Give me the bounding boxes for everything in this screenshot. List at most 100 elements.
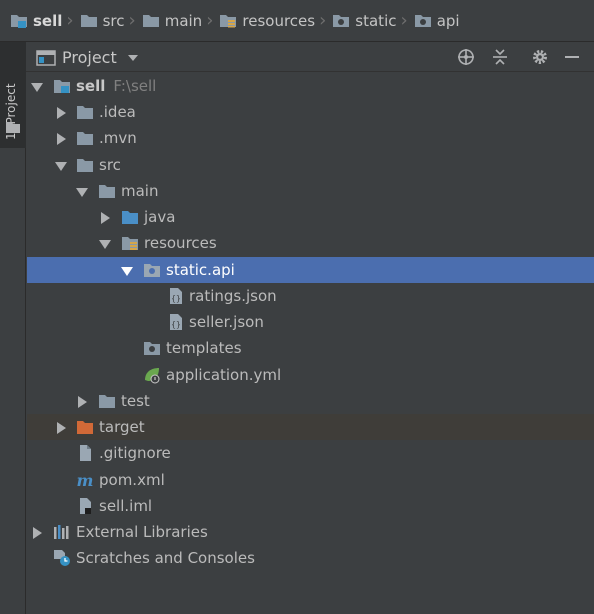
tree-item-label: pom.xml (99, 471, 165, 489)
breadcrumb-separator: › (319, 10, 327, 31)
tool-window-title: Project (62, 48, 117, 67)
module-folder-icon (11, 14, 27, 28)
breadcrumb-label: src (102, 11, 125, 30)
tool-window-stripe: 1: Project (0, 42, 26, 614)
tree-item-label: resources (144, 234, 217, 252)
module-folder-icon (54, 80, 70, 93)
tree-item-sell-iml[interactable]: sell.iml (27, 493, 594, 519)
tree-item-label: static.api (166, 261, 235, 279)
project-window-icon (36, 49, 56, 66)
collapsed-arrow-icon[interactable] (99, 212, 111, 224)
breadcrumb-label: resources (242, 11, 316, 30)
tree-item-label: sell F:\sell (76, 77, 157, 95)
breadcrumb-item-static[interactable]: static › (332, 10, 413, 31)
tree-item-src[interactable]: src (27, 152, 594, 178)
tree-item-seller-json[interactable]: {} seller.json (27, 309, 594, 335)
folder-icon (6, 122, 20, 133)
tree-item-main[interactable]: main (27, 178, 594, 204)
locate-button[interactable] (456, 48, 476, 66)
collapsed-arrow-icon[interactable] (55, 107, 67, 119)
breadcrumb-label: api (436, 11, 460, 30)
tree-item-ratings-json[interactable]: {} ratings.json (27, 283, 594, 309)
resources-folder-icon (122, 237, 138, 250)
tree-item-label: target (99, 418, 145, 436)
tree-item-label: src (99, 156, 121, 174)
collapsed-arrow-icon[interactable] (55, 133, 67, 145)
web-folder-icon (144, 342, 160, 355)
svg-text:{}: {} (171, 320, 181, 329)
expanded-arrow-icon[interactable] (121, 265, 133, 277)
folder-icon (99, 395, 115, 408)
collapsed-arrow-icon[interactable] (31, 527, 43, 539)
breadcrumb-separator: › (400, 10, 408, 31)
tree-item-label: java (144, 208, 176, 226)
tree-item-static-api[interactable]: static.api (27, 257, 594, 283)
minimize-button[interactable] (562, 48, 582, 66)
project-view-selector[interactable]: Project (36, 48, 139, 67)
tree-item-mvn[interactable]: .mvn (27, 125, 594, 151)
collapsed-arrow-icon[interactable] (55, 422, 67, 434)
tree-item-label: seller.json (189, 313, 264, 331)
module-path: F:\sell (113, 77, 157, 95)
tool-window-header: Project (26, 42, 594, 72)
breadcrumb-item-resources[interactable]: resources › (219, 10, 332, 31)
collapse-all-icon (493, 49, 507, 65)
breadcrumb-label: static (355, 11, 397, 30)
tree-item-idea[interactable]: .idea (27, 99, 594, 125)
settings-button[interactable] (530, 48, 550, 66)
breadcrumb-separator: › (66, 10, 74, 31)
tree-item-target[interactable]: target (27, 414, 594, 440)
breadcrumb-separator: › (128, 10, 136, 31)
tree-item-test[interactable]: test (27, 388, 594, 414)
breadcrumb-item-sell[interactable]: sell › (10, 10, 80, 31)
project-tree[interactable]: sell F:\sell .idea .mvn src main java res… (27, 73, 594, 614)
tree-item-pom-xml[interactable]: m pom.xml (27, 467, 594, 493)
breadcrumb-separator: › (206, 10, 214, 31)
collapse-all-button[interactable] (490, 48, 510, 66)
expanded-arrow-icon[interactable] (76, 186, 88, 198)
tree-item-label: .mvn (99, 129, 137, 147)
breadcrumb: sell › src › main › resources › static › (0, 0, 594, 42)
tree-item-application-yml[interactable]: application.yml (27, 362, 594, 388)
folder-icon (414, 14, 431, 27)
tree-item-label: main (121, 182, 159, 200)
tree-item-label: ratings.json (189, 287, 277, 305)
folder-icon (99, 185, 115, 198)
excluded-folder-icon (77, 421, 93, 434)
tree-item-external-libraries[interactable]: External Libraries (27, 519, 594, 545)
spring-config-icon (145, 368, 160, 384)
folder-icon (77, 159, 93, 172)
tree-item-resources[interactable]: resources (27, 230, 594, 256)
folder-icon (142, 14, 159, 27)
expanded-arrow-icon[interactable] (99, 238, 111, 250)
tree-item-templates[interactable]: templates (27, 335, 594, 361)
tree-item-gitignore[interactable]: .gitignore (27, 440, 594, 466)
folder-icon (80, 14, 97, 27)
expanded-arrow-icon[interactable] (55, 160, 67, 172)
locate-icon (458, 49, 474, 65)
resources-folder-icon (220, 14, 237, 27)
json-file-icon: {} (170, 288, 182, 304)
tree-item-label: sell.iml (99, 497, 153, 515)
json-file-icon: {} (170, 314, 182, 330)
settings-gear-icon (533, 50, 547, 64)
scratches-icon (54, 550, 70, 566)
libraries-icon (54, 525, 69, 539)
collapsed-arrow-icon[interactable] (76, 396, 88, 408)
tree-item-label: External Libraries (76, 523, 208, 541)
minimize-icon (565, 56, 579, 58)
project-stripe-button[interactable]: 1: Project (0, 42, 26, 148)
tree-item-java[interactable]: java (27, 204, 594, 230)
breadcrumb-item-src[interactable]: src › (80, 10, 142, 31)
folder-icon (77, 132, 93, 145)
breadcrumb-item-main[interactable]: main › (142, 10, 220, 31)
chevron-down-icon (127, 54, 138, 61)
tree-item-scratches-and-consoles[interactable]: Scratches and Consoles (27, 545, 594, 571)
folder-icon (77, 106, 93, 119)
folder-icon (333, 14, 350, 27)
tree-item-sell[interactable]: sell F:\sell (27, 73, 594, 99)
breadcrumb-item-api[interactable]: api (414, 12, 460, 30)
expanded-arrow-icon[interactable] (31, 81, 43, 93)
tree-item-label: .gitignore (99, 444, 171, 462)
tree-item-label: .idea (99, 103, 136, 121)
